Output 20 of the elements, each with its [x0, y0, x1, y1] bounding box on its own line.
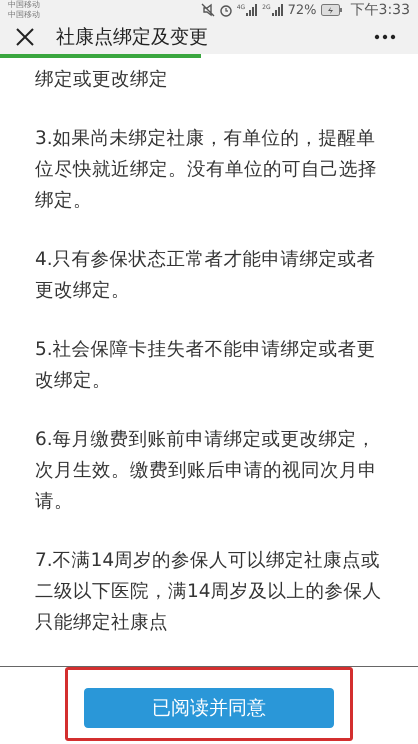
rule-text: 7.不满14周岁的参保人可以绑定社康点或二级以下医院，满14周岁及以上的参保人只能绑定社康点 — [35, 549, 383, 635]
more-icon — [374, 34, 396, 40]
rule-text: 6.每月缴费到账前申请绑定或更改绑定，次月生效。缴费到账后申请的视同次月申请。 — [35, 428, 378, 514]
carrier-label: 中国移动 — [8, 0, 40, 10]
mute-icon — [200, 3, 215, 17]
rule-text: 4.只有参保状态正常者才能申请绑定或者更改绑定。 — [35, 248, 377, 303]
signal-icon — [272, 4, 284, 16]
close-button[interactable] — [14, 26, 36, 48]
carrier-label: 中国移动 — [8, 10, 40, 20]
signal-icon — [246, 4, 258, 16]
rule-text: 5.社会保障卡挂失者不能申请绑定或者更改绑定。 — [35, 338, 377, 393]
clock-time: 下午3:33 — [350, 1, 410, 19]
battery-percent: 72% — [288, 2, 317, 18]
rule-text: 绑定或更改绑定 — [35, 68, 169, 92]
alarm-icon — [218, 3, 233, 17]
close-icon — [16, 28, 34, 46]
rule-text: 3.如果尚未绑定社康，有单位的，提醒单位尽快就近绑定。没有单位的可自己选择绑定。 — [35, 127, 378, 213]
battery-icon — [320, 4, 343, 16]
page-title: 社康点绑定及变更 — [56, 25, 209, 50]
agree-button[interactable]: 已阅读并同意 — [84, 688, 334, 728]
